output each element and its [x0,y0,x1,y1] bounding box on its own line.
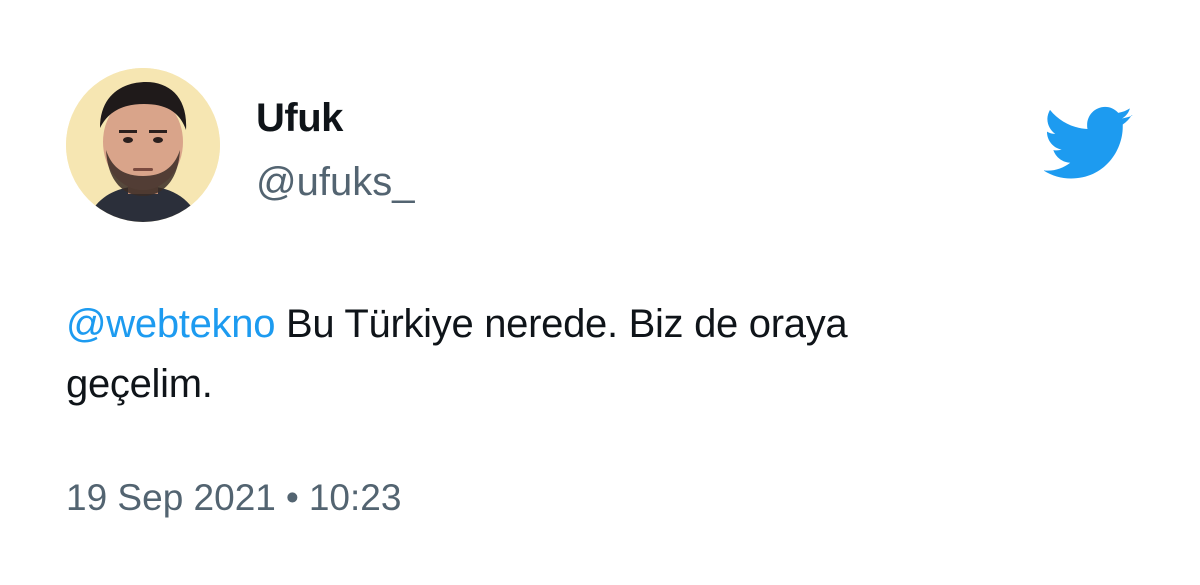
avatar-portrait [66,68,220,222]
twitter-bird-icon[interactable] [1043,106,1134,182]
display-name[interactable]: Ufuk [256,96,343,140]
tweet-text: @webtekno Bu Türkiye nerede. Biz de oray… [66,294,1066,414]
tweet-time: 10:23 [308,477,402,518]
twitter-bird-svg [1043,106,1133,179]
tweet-text-line2: geçelim. [66,362,213,406]
tweet-date: 19 Sep 2021 [66,477,276,518]
avatar[interactable] [66,68,220,222]
user-handle[interactable]: @ufuks_ [256,160,414,204]
tweet-timestamp[interactable]: 19 Sep 2021 • 10:23 [66,476,401,520]
separator-dot: • [285,477,299,518]
tweet-text-line1: Bu Türkiye nerede. Biz de oraya [275,302,848,346]
mention-link[interactable]: @webtekno [66,302,275,346]
tweet-card: Ufuk @ufuks_ @webtekno Bu Türkiye nerede… [0,0,1200,585]
